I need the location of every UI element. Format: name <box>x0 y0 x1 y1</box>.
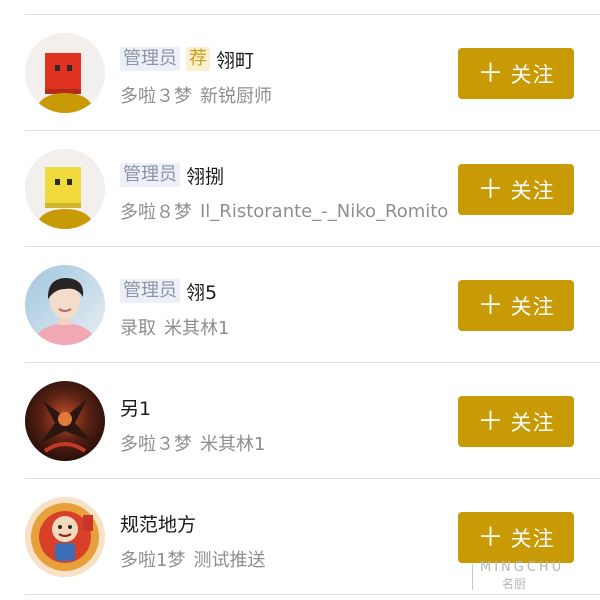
avatar[interactable] <box>25 381 105 461</box>
watermark-chinese: 名厨 <box>502 577 527 591</box>
user-rank: 多啦３梦 <box>120 86 192 107</box>
follow-label: 关注 <box>510 410 555 435</box>
user-meta-line: 多啦1梦 测试推送 <box>120 546 265 572</box>
follow-label: 关注 <box>510 62 555 87</box>
plus-icon: ＋ <box>477 406 505 437</box>
user-rank: 录取 <box>120 318 156 339</box>
username[interactable]: 翎5 <box>186 278 217 305</box>
list-item[interactable]: 管理员 荐 翎町 多啦３梦 新锐厨师 ＋ 关注 <box>25 15 600 131</box>
user-name-line: 管理员 翎5 <box>120 277 217 305</box>
user-rank: 多啦３梦 <box>120 434 192 455</box>
user-rank: 多啦８梦 <box>120 202 192 223</box>
follow-label: 关注 <box>510 526 555 551</box>
user-name-line: 管理员 荐 翎町 <box>120 45 254 73</box>
plus-icon: ＋ <box>477 290 505 321</box>
list-item[interactable]: 管理员 翎5 录取 米其林1 ＋ 关注 <box>25 247 600 363</box>
cartoon-character-avatar <box>25 497 105 577</box>
username[interactable]: 翎捌 <box>186 162 224 189</box>
avatar[interactable] <box>25 149 105 229</box>
user-description: Il_Ristorante_-_Niko_Romito <box>200 200 449 222</box>
user-meta-line: 多啦３梦 新锐厨师 <box>120 82 272 108</box>
red-square-mascot-icon <box>25 33 105 113</box>
list-item[interactable]: 另1 多啦３梦 米其林1 ＋ 关注 <box>25 363 600 479</box>
user-meta-line: 多啦８梦 Il_Ristorante_-_Niko_Romito <box>120 198 448 224</box>
follow-button[interactable]: ＋ 关注 <box>458 164 574 215</box>
follow-button[interactable]: ＋ 关注 <box>458 48 574 99</box>
user-meta-line: 录取 米其林1 <box>120 314 229 340</box>
user-description: 测试推送 <box>193 550 266 571</box>
recommend-badge: 荐 <box>186 47 210 71</box>
list-item[interactable]: 管理员 翎捌 多啦８梦 Il_Ristorante_-_Niko_Romito … <box>25 131 600 247</box>
follow-button[interactable]: ＋ 关注 <box>458 280 574 331</box>
user-list: 管理员 荐 翎町 多啦３梦 新锐厨师 ＋ 关注 管理员 翎捌 多啦８梦 Il_R… <box>0 15 600 595</box>
user-description: 米其林1 <box>200 434 266 455</box>
plus-icon: ＋ <box>477 58 505 89</box>
user-name-line: 管理员 翎捌 <box>120 161 224 189</box>
follow-button[interactable]: ＋ 关注 <box>458 512 574 563</box>
follow-label: 关注 <box>510 178 555 203</box>
avatar[interactable] <box>25 265 105 345</box>
plus-icon: ＋ <box>477 522 505 553</box>
admin-badge: 管理员 <box>120 47 180 71</box>
user-description: 米其林1 <box>164 318 230 339</box>
watermark-english: MINGCHU <box>480 560 565 575</box>
avatar[interactable] <box>25 33 105 113</box>
follow-label: 关注 <box>510 294 555 319</box>
avatar[interactable] <box>25 497 105 577</box>
watermark-logo: MINGCHU 名厨 <box>472 560 590 592</box>
user-rank: 多啦1梦 <box>120 550 186 571</box>
plus-icon: ＋ <box>477 174 505 205</box>
user-name-line: 另1 <box>120 393 151 421</box>
username[interactable]: 另1 <box>120 394 151 421</box>
yellow-square-mascot-icon <box>25 149 105 229</box>
admin-badge: 管理员 <box>120 279 180 303</box>
dark-fantasy-art-avatar <box>25 381 105 461</box>
username[interactable]: 翎町 <box>216 46 254 73</box>
person-photo-avatar <box>25 265 105 345</box>
user-list-screen: 管理员 荐 翎町 多啦３梦 新锐厨师 ＋ 关注 管理员 翎捌 多啦８梦 Il_R… <box>0 0 600 600</box>
user-description: 新锐厨师 <box>200 86 272 107</box>
user-name-line: 规范地方 <box>120 509 196 537</box>
username[interactable]: 规范地方 <box>120 510 196 537</box>
user-meta-line: 多啦３梦 米其林1 <box>120 430 265 456</box>
watermark-divider <box>472 564 473 590</box>
follow-button[interactable]: ＋ 关注 <box>458 396 574 447</box>
admin-badge: 管理员 <box>120 163 180 187</box>
